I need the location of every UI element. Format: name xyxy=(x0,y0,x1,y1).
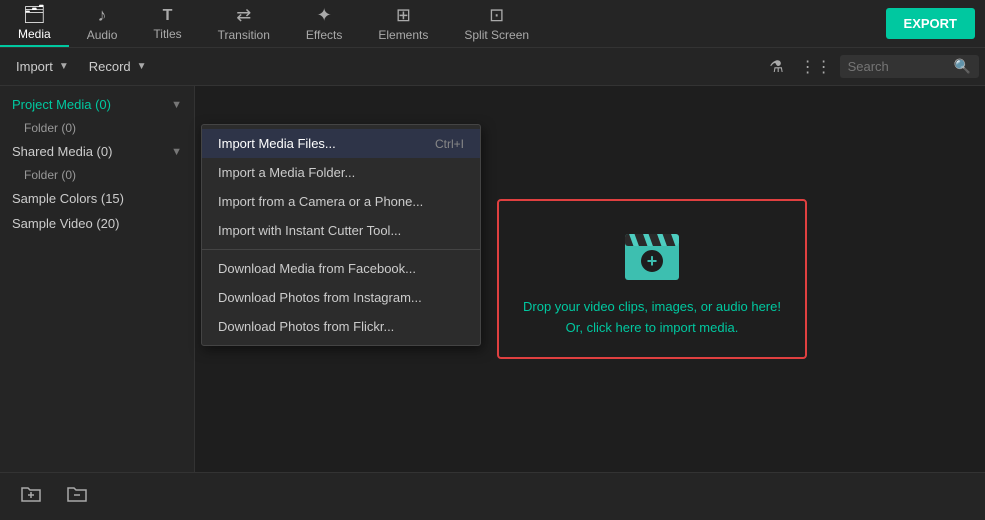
sidebar-item-folder-1[interactable]: Folder (0) xyxy=(0,117,194,139)
nav-audio-label: Audio xyxy=(87,28,118,42)
import-arrow-icon: ▼ xyxy=(59,61,69,72)
import-camera-label: Import from a Camera or a Phone... xyxy=(218,194,423,209)
sidebar: Project Media (0) ▼ Folder (0) Shared Me… xyxy=(0,86,195,472)
bottom-toolbar xyxy=(0,472,985,520)
nav-titles[interactable]: T Titles xyxy=(135,0,199,47)
record-arrow-icon: ▼ xyxy=(137,61,147,72)
add-folder-button[interactable] xyxy=(12,477,50,516)
search-box: 🔍 xyxy=(840,55,979,78)
search-input[interactable] xyxy=(848,59,948,74)
nav-elements-label: Elements xyxy=(378,28,428,42)
import-dropdown[interactable]: Import ▼ xyxy=(6,55,79,78)
sample-video-label: Sample Video (20) xyxy=(12,216,119,231)
transition-icon: ⇄ xyxy=(236,5,251,26)
drop-zone-line1: Drop your video clips, images, or audio … xyxy=(523,297,781,318)
download-facebook-label: Download Media from Facebook... xyxy=(218,261,416,276)
menu-divider xyxy=(202,249,480,250)
import-label: Import xyxy=(16,59,53,74)
menu-import-camera[interactable]: Import from a Camera or a Phone... xyxy=(202,187,480,216)
import-instant-cutter-label: Import with Instant Cutter Tool... xyxy=(218,223,401,238)
nav-media-label: Media xyxy=(18,27,51,41)
import-media-shortcut: Ctrl+I xyxy=(435,137,464,151)
drop-zone-text: Drop your video clips, images, or audio … xyxy=(523,297,781,339)
media-icon: 🗂 xyxy=(23,4,46,25)
menu-import-media-files[interactable]: Import Media Files... Ctrl+I xyxy=(202,129,480,158)
menu-download-flickr[interactable]: Download Photos from Flickr... xyxy=(202,312,480,341)
menu-download-facebook[interactable]: Download Media from Facebook... xyxy=(202,254,480,283)
record-dropdown[interactable]: Record ▼ xyxy=(79,55,157,78)
add-folder-icon xyxy=(20,483,42,505)
nav-elements[interactable]: ⊞ Elements xyxy=(360,0,446,47)
sample-colors-label: Sample Colors (15) xyxy=(12,191,124,206)
second-row: Import ▼ Record ▼ ⚗ ⋮⋮ 🔍 xyxy=(0,48,985,86)
import-media-folder-label: Import a Media Folder... xyxy=(218,165,355,180)
nav-transition-label: Transition xyxy=(218,28,270,42)
nav-titles-label: Titles xyxy=(153,27,181,41)
splitscreen-icon: ⊡ xyxy=(489,5,504,26)
top-nav: 🗂 Media ♪ Audio T Titles ⇄ Transition ✦ … xyxy=(0,0,985,48)
menu-download-instagram[interactable]: Download Photos from Instagram... xyxy=(202,283,480,312)
nav-transition[interactable]: ⇄ Transition xyxy=(200,0,288,47)
grid-view-icon-button[interactable]: ⋮⋮ xyxy=(792,53,840,81)
download-flickr-label: Download Photos from Flickr... xyxy=(218,319,394,334)
content-area: Import Media Files... Ctrl+I Import a Me… xyxy=(195,86,985,472)
export-button[interactable]: EXPORT xyxy=(886,8,975,39)
clapboard-icon: + xyxy=(617,220,687,285)
nav-effects[interactable]: ✦ Effects xyxy=(288,0,360,47)
sidebar-item-project-media[interactable]: Project Media (0) ▼ xyxy=(0,92,194,117)
menu-import-instant-cutter[interactable]: Import with Instant Cutter Tool... xyxy=(202,216,480,245)
svg-text:+: + xyxy=(647,251,658,271)
shared-media-chevron-icon: ▼ xyxy=(171,146,182,158)
record-label: Record xyxy=(89,59,131,74)
titles-icon: T xyxy=(163,7,173,25)
sidebar-item-folder-2[interactable]: Folder (0) xyxy=(0,164,194,186)
nav-splitscreen[interactable]: ⊡ Split Screen xyxy=(446,0,547,47)
drop-zone-line2: Or, click here to import media. xyxy=(523,318,781,339)
project-media-label: Project Media (0) xyxy=(12,97,111,112)
effects-icon: ✦ xyxy=(317,5,332,26)
nav-audio[interactable]: ♪ Audio xyxy=(69,0,136,47)
menu-import-media-folder[interactable]: Import a Media Folder... xyxy=(202,158,480,187)
project-media-chevron-icon: ▼ xyxy=(171,99,182,111)
drop-zone[interactable]: + Drop your video clips, images, or audi… xyxy=(497,199,807,359)
nav-media[interactable]: 🗂 Media xyxy=(0,0,69,47)
import-dropdown-menu: Import Media Files... Ctrl+I Import a Me… xyxy=(201,124,481,346)
filter-icon-button[interactable]: ⚗ xyxy=(761,53,791,81)
audio-icon: ♪ xyxy=(98,5,107,26)
elements-icon: ⊞ xyxy=(396,5,411,26)
delete-folder-button[interactable] xyxy=(58,477,96,516)
shared-media-label: Shared Media (0) xyxy=(12,144,112,159)
import-media-files-label: Import Media Files... xyxy=(218,136,336,151)
folder-1-label: Folder (0) xyxy=(24,121,76,135)
sidebar-item-sample-colors[interactable]: Sample Colors (15) xyxy=(0,186,194,211)
nav-splitscreen-label: Split Screen xyxy=(464,28,529,42)
download-instagram-label: Download Photos from Instagram... xyxy=(218,290,422,305)
sidebar-item-sample-video[interactable]: Sample Video (20) xyxy=(0,211,194,236)
main-area: Project Media (0) ▼ Folder (0) Shared Me… xyxy=(0,86,985,472)
delete-folder-icon xyxy=(66,483,88,505)
folder-2-label: Folder (0) xyxy=(24,168,76,182)
search-icon: 🔍 xyxy=(954,58,971,75)
nav-effects-label: Effects xyxy=(306,28,342,42)
sidebar-item-shared-media[interactable]: Shared Media (0) ▼ xyxy=(0,139,194,164)
